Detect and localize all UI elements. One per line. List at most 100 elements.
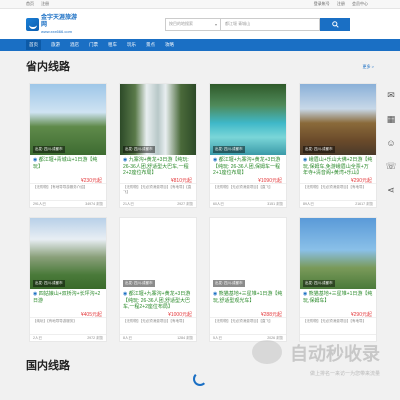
share-icon[interactable]: ⋖ [387,185,395,196]
search-button[interactable] [320,17,350,31]
nav-item-travel[interactable]: 旅游 [51,42,60,48]
departure-tag: 出发: 四川-成都市 [213,280,245,287]
logo-sub: www.xxx666.com [41,28,72,34]
watermark-logo-icon [252,340,282,364]
topbar-left: 首页 注册 [26,1,55,7]
topbar-member-link[interactable]: 会员中心 [352,1,368,6]
site-logo[interactable]: 金字天涯旅游网 www.xxx666.com [26,14,80,34]
logo-mark-icon [26,17,39,31]
search-bar: 按目的地搜索 ▾ 都江堰 青城山 [165,17,350,31]
route-card[interactable]: 出发: 四川-成都市 ◉ 熊猫基地+三星堆+1日游【纯玩,保姆车】 ¥290元起 【无… [299,217,377,342]
route-photo[interactable]: 出发: 四川-成都市 [300,84,376,155]
route-photo[interactable]: 出发: 四川-成都市 [210,84,286,155]
view-count: 1284 浏览 [177,335,193,340]
section-title-province: 省内线路 [26,61,70,73]
nav-item-home[interactable]: 首页 [26,40,41,50]
topbar-home-link[interactable]: 首页 [26,1,34,6]
route-grid: 出发: 四川-成都市 ◉ 都江堰+青城山+1日游【纯玩】 ¥230元起 【无购物】【有… [29,83,377,342]
topbar-register2-link[interactable]: 注册 [337,1,345,6]
route-photo[interactable]: 出发: 四川-成都市 [30,218,106,289]
departure-tag: 出发: 四川-成都市 [33,280,65,287]
nav-item-tickets[interactable]: 门票 [89,42,98,48]
route-card[interactable]: 出发: 四川-成都市 ◉ 熊猫基地+三星堆+1日游【纯玩,舒适型观光车】 ¥288元… [209,217,287,342]
route-card[interactable]: 出发: 四川-成都市 ◉ 九寨沟+黄龙+3日游【纯玩: 26-36人团,舒适型大巴… [119,83,197,208]
chat-icon[interactable]: ✉ [387,90,395,101]
route-title[interactable]: ◉ 熊猫基地+三星堆+1日游【纯玩,保姆车】 [300,289,376,311]
watermark-small: 做上排名一来访一为您带来流量 [309,371,380,377]
right-float-toolbar: ✉ ▦ ☺ ☏ ⋖ [382,90,400,209]
view-count: 2927 浏览 [177,201,193,206]
view-count: 21617 浏览 [355,201,373,206]
search-type-select[interactable]: 按目的地搜索 ▾ [165,17,220,31]
route-desc: 【纯玩】【有地导导游服务】 [30,317,106,327]
route-desc: 【无购物】【无必须消费项目】【有地导】 [300,317,376,327]
route-desc: 【无购物】【有地导导游服务介绍】 [30,183,106,193]
route-photo[interactable]: 出发: 四川-成都市 [210,218,286,289]
phone-icon[interactable]: ☏ [385,161,396,172]
search-input[interactable]: 都江堰 青城山 [220,17,320,31]
nav-item-hotel[interactable]: 酒店 [70,42,79,48]
nav-item-guides[interactable]: 攻略 [165,42,174,48]
route-desc: 【无购物】【无必须消费项目】【有地导】 [300,183,376,193]
search-type-label: 按目的地搜索 [169,21,193,26]
booked-count: 5人已 [213,335,222,340]
route-footer: 60人已 3151 浏览 [210,200,286,207]
route-footer: 21人已 2927 浏览 [120,200,196,207]
route-footer: 291人已 34974 浏览 [30,200,106,207]
logo-title: 金字天涯旅游网 [41,14,78,28]
route-photo[interactable]: 出发: 四川-成都市 [120,218,196,289]
departure-tag: 出发: 四川-成都市 [303,146,335,153]
route-footer: 8人已 1284 浏览 [120,334,196,341]
route-title[interactable]: ◉ 都江堰+九寨沟+黄龙+3日游【纯玩: 26-36人团,保姆车一程2+1座位布… [210,155,286,177]
watermark: 自动秒收录 做上排名一来访一为您带来流量 [252,340,380,377]
route-photo[interactable]: 出发: 四川-成都市 [120,84,196,155]
topbar-right: 登录帐号 注册 会员中心 [314,1,374,7]
route-title[interactable]: ◉ 四姑娘山+双桥沟+长坪沟+2日游 [30,289,106,311]
route-title[interactable]: ◉ 都江堰+青城山+1日游【纯玩】 [30,155,106,177]
route-photo[interactable]: 出发: 四川-成都市 [30,84,106,155]
nav-item-spots[interactable]: 景点 [146,42,155,48]
route-photo[interactable]: 出发: 四川-成都市 [300,218,376,289]
route-card[interactable]: 出发: 四川-成都市 ◉ 都江堰+青城山+1日游【纯玩】 ¥230元起 【无购物】【有… [29,83,107,208]
route-title-text: 九寨沟+黄龙+3日游【纯玩: 26-36人团,舒适型大巴车,一程2+2座位布局】 [123,157,189,176]
route-title[interactable]: ◉ 熊猫基地+三星堆+1日游【纯玩,舒适型观光车】 [210,289,286,311]
booked-count: 2人已 [33,335,42,340]
route-title-text: 都江堰+青城山+1日游【纯玩】 [33,157,98,170]
route-card[interactable]: 出发: 四川-成都市 ◉ 峨眉山+乐山大佛+2日游【纯玩,保姆车,免游峨眉山全票+… [299,83,377,208]
topbar-login-link[interactable]: 登录帐号 [314,1,330,6]
nav-item-fun[interactable]: 玩乐 [127,42,136,48]
route-title[interactable]: ◉ 九寨沟+黄龙+3日游【纯玩: 26-36人团,舒适型大巴车,一程2+2座位布… [120,155,196,177]
search-placeholder: 都江堰 青城山 [225,21,251,26]
topbar-register-link[interactable]: 注册 [41,1,49,6]
user-icon[interactable]: ☺ [386,138,395,148]
departure-tag: 出发: 四川-成都市 [213,146,245,153]
departure-tag: 出发: 四川-成都市 [303,280,335,287]
route-footer: 2人已 2972 浏览 [30,334,106,341]
loading-spinner-icon [193,372,207,386]
top-utility-bar: 首页 注册 登录帐号 注册 会员中心 [0,0,400,9]
route-card[interactable]: 出发: 四川-成都市 ◉ 都江堰+九寨沟+黄龙+3日游【纯玩: 26-36人团,保… [209,83,287,208]
route-card[interactable]: 出发: 四川-成都市 ◉ 都江堰+九寨沟+黄龙+3日游【纯玩: 26-36人团,舒… [119,217,197,342]
nav-item-car[interactable]: 租车 [108,42,117,48]
route-footer: 5人已 2026 浏览 [210,334,286,341]
booked-count: 89人已 [303,201,314,206]
search-icon [331,20,339,28]
view-count: 2972 浏览 [87,335,103,340]
route-title[interactable]: ◉ 峨眉山+乐山大佛+2日游【纯玩,保姆车,免游峨眉山全票+万年寺+清音阁+黄湾… [300,155,376,177]
route-footer: 89人已 21617 浏览 [300,200,376,207]
route-title[interactable]: ◉ 都江堰+九寨沟+黄龙+3日游【纯玩: 26-36人团,舒适型大巴车,一程2+… [120,289,196,311]
departure-tag: 出发: 四川-成都市 [123,280,155,287]
view-count: 3151 浏览 [267,201,283,206]
booked-count: 291人已 [33,201,46,206]
route-desc: 【无购物】【无必须消费项目】【直飞】 [210,317,286,327]
more-link[interactable]: 更多 > [363,64,374,70]
main-nav: 首页 旅游 酒店 门票 租车 玩乐 景点 攻略 [0,39,400,51]
route-title-text: 都江堰+九寨沟+黄龙+3日游【纯玩: 26-36人团,保姆车一程2+1座位布局】 [213,157,281,176]
chevron-down-icon: ▾ [214,21,217,27]
qr-icon[interactable]: ▦ [387,114,396,125]
departure-tag: 出发: 四川-成都市 [123,146,155,153]
route-card[interactable]: 出发: 四川-成都市 ◉ 四姑娘山+双桥沟+长坪沟+2日游 ¥405元起 【纯玩】【有… [29,217,107,342]
watermark-big: 自动秒收录 [290,344,380,364]
booked-count: 8人已 [123,335,132,340]
route-title-text: 都江堰+九寨沟+黄龙+3日游【纯玩: 26-36人团,舒适型大巴车,一程2+2座… [123,291,191,310]
